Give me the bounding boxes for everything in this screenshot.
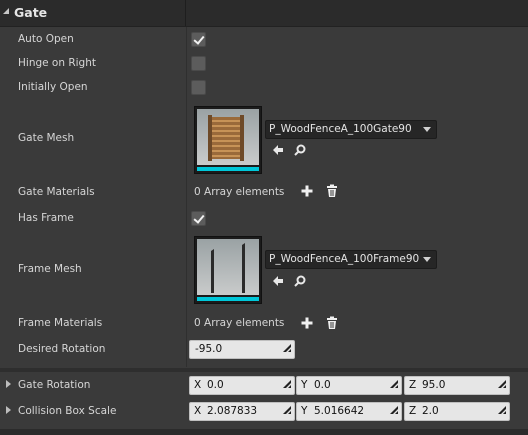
- frame-mesh-label: Frame Mesh: [18, 263, 82, 275]
- frame-materials-count: 0 Array elements: [194, 317, 285, 329]
- hinge-on-right-label: Hinge on Right: [18, 57, 96, 69]
- details-panel: Gate Auto Open Hinge on Right Initially …: [0, 0, 528, 435]
- collision-box-scale-z-input[interactable]: Z 2.0: [404, 402, 510, 421]
- frame-mesh-asset-combo[interactable]: P_WoodFenceA_100Frame90: [265, 250, 437, 269]
- hinge-on-right-checkbox[interactable]: [191, 56, 206, 71]
- y-axis-label: Y: [301, 405, 308, 417]
- asset-type-bar: [197, 297, 259, 301]
- section-separator: [0, 368, 528, 372]
- gate-mesh-asset-combo[interactable]: P_WoodFenceA_100Gate90: [265, 120, 437, 139]
- gate-rotation-y-value: 0.0: [314, 379, 331, 391]
- gate-mesh-label: Gate Mesh: [18, 132, 75, 144]
- frame-mesh-asset-name: P_WoodFenceA_100Frame90: [269, 253, 420, 265]
- resize-grip-icon[interactable]: [498, 406, 506, 414]
- resize-grip-icon[interactable]: [498, 380, 506, 388]
- resize-grip-icon[interactable]: [283, 380, 291, 388]
- x-axis-label: X: [194, 405, 202, 417]
- gate-rotation-y-input[interactable]: Y 0.0: [296, 376, 402, 395]
- gate-rotation-x-input[interactable]: X 0.0: [189, 376, 295, 395]
- collision-box-scale-x-input[interactable]: X 2.087833: [189, 402, 295, 421]
- collision-box-scale-z-value: 2.0: [422, 405, 439, 417]
- gate-rotation-label: Gate Rotation: [18, 379, 91, 391]
- initially-open-checkbox[interactable]: [191, 80, 206, 95]
- collision-box-scale-label: Collision Box Scale: [18, 405, 117, 417]
- wood-frame-preview-image: [211, 243, 245, 293]
- gate-mesh-asset-name: P_WoodFenceA_100Gate90: [269, 123, 412, 135]
- desired-rotation-input[interactable]: -95.0: [189, 340, 295, 359]
- frame-materials-label: Frame Materials: [18, 317, 103, 329]
- y-axis-label: Y: [301, 379, 308, 391]
- gate-rotation-z-value: 95.0: [422, 379, 446, 391]
- resize-grip-icon[interactable]: [390, 406, 398, 414]
- desired-rotation-label: Desired Rotation: [18, 343, 106, 355]
- expand-arrow-icon[interactable]: [6, 406, 11, 414]
- auto-open-label: Auto Open: [18, 33, 74, 45]
- collision-box-scale-y-value: 5.016642: [314, 405, 365, 417]
- resize-grip-icon[interactable]: [283, 344, 291, 352]
- plus-icon[interactable]: [300, 184, 314, 198]
- gate-rotation-x-value: 0.0: [207, 379, 224, 391]
- column-divider: [185, 0, 186, 26]
- left-arrow-icon[interactable]: [271, 143, 285, 157]
- z-axis-label: Z: [409, 405, 417, 417]
- has-frame-label: Has Frame: [18, 212, 74, 224]
- desired-rotation-value: -95.0: [195, 343, 223, 355]
- panel-bottom-edge: [0, 429, 528, 435]
- chevron-down-icon: [423, 257, 431, 262]
- initially-open-label: Initially Open: [18, 81, 88, 93]
- has-frame-checkbox[interactable]: [191, 211, 206, 226]
- left-arrow-icon[interactable]: [271, 274, 285, 288]
- resize-grip-icon[interactable]: [283, 406, 291, 414]
- collision-box-scale-x-value: 2.087833: [207, 405, 258, 417]
- column-splitter[interactable]: [186, 27, 187, 367]
- x-axis-label: X: [194, 379, 202, 391]
- frame-mesh-thumbnail[interactable]: [194, 236, 262, 304]
- search-icon[interactable]: [293, 274, 307, 288]
- wood-gate-preview-image: [208, 115, 244, 161]
- search-icon[interactable]: [293, 143, 307, 157]
- frame-mesh-preview: [197, 239, 259, 295]
- gate-mesh-preview: [197, 109, 259, 165]
- auto-open-checkbox[interactable]: [191, 32, 206, 47]
- section-title: Gate: [14, 5, 48, 20]
- plus-icon[interactable]: [300, 316, 314, 330]
- resize-grip-icon[interactable]: [390, 380, 398, 388]
- collapse-arrow-icon[interactable]: [3, 8, 9, 14]
- trash-icon[interactable]: [325, 184, 339, 198]
- asset-type-bar: [197, 167, 259, 171]
- collision-box-scale-y-input[interactable]: Y 5.016642: [296, 402, 402, 421]
- gate-materials-count: 0 Array elements: [194, 186, 285, 198]
- gate-materials-label: Gate Materials: [18, 186, 95, 198]
- section-header-gate[interactable]: Gate: [0, 0, 528, 27]
- trash-icon[interactable]: [325, 316, 339, 330]
- gate-rotation-z-input[interactable]: Z 95.0: [404, 376, 510, 395]
- z-axis-label: Z: [409, 379, 417, 391]
- gate-mesh-thumbnail[interactable]: [194, 106, 262, 174]
- expand-arrow-icon[interactable]: [6, 380, 11, 388]
- chevron-down-icon: [423, 127, 431, 132]
